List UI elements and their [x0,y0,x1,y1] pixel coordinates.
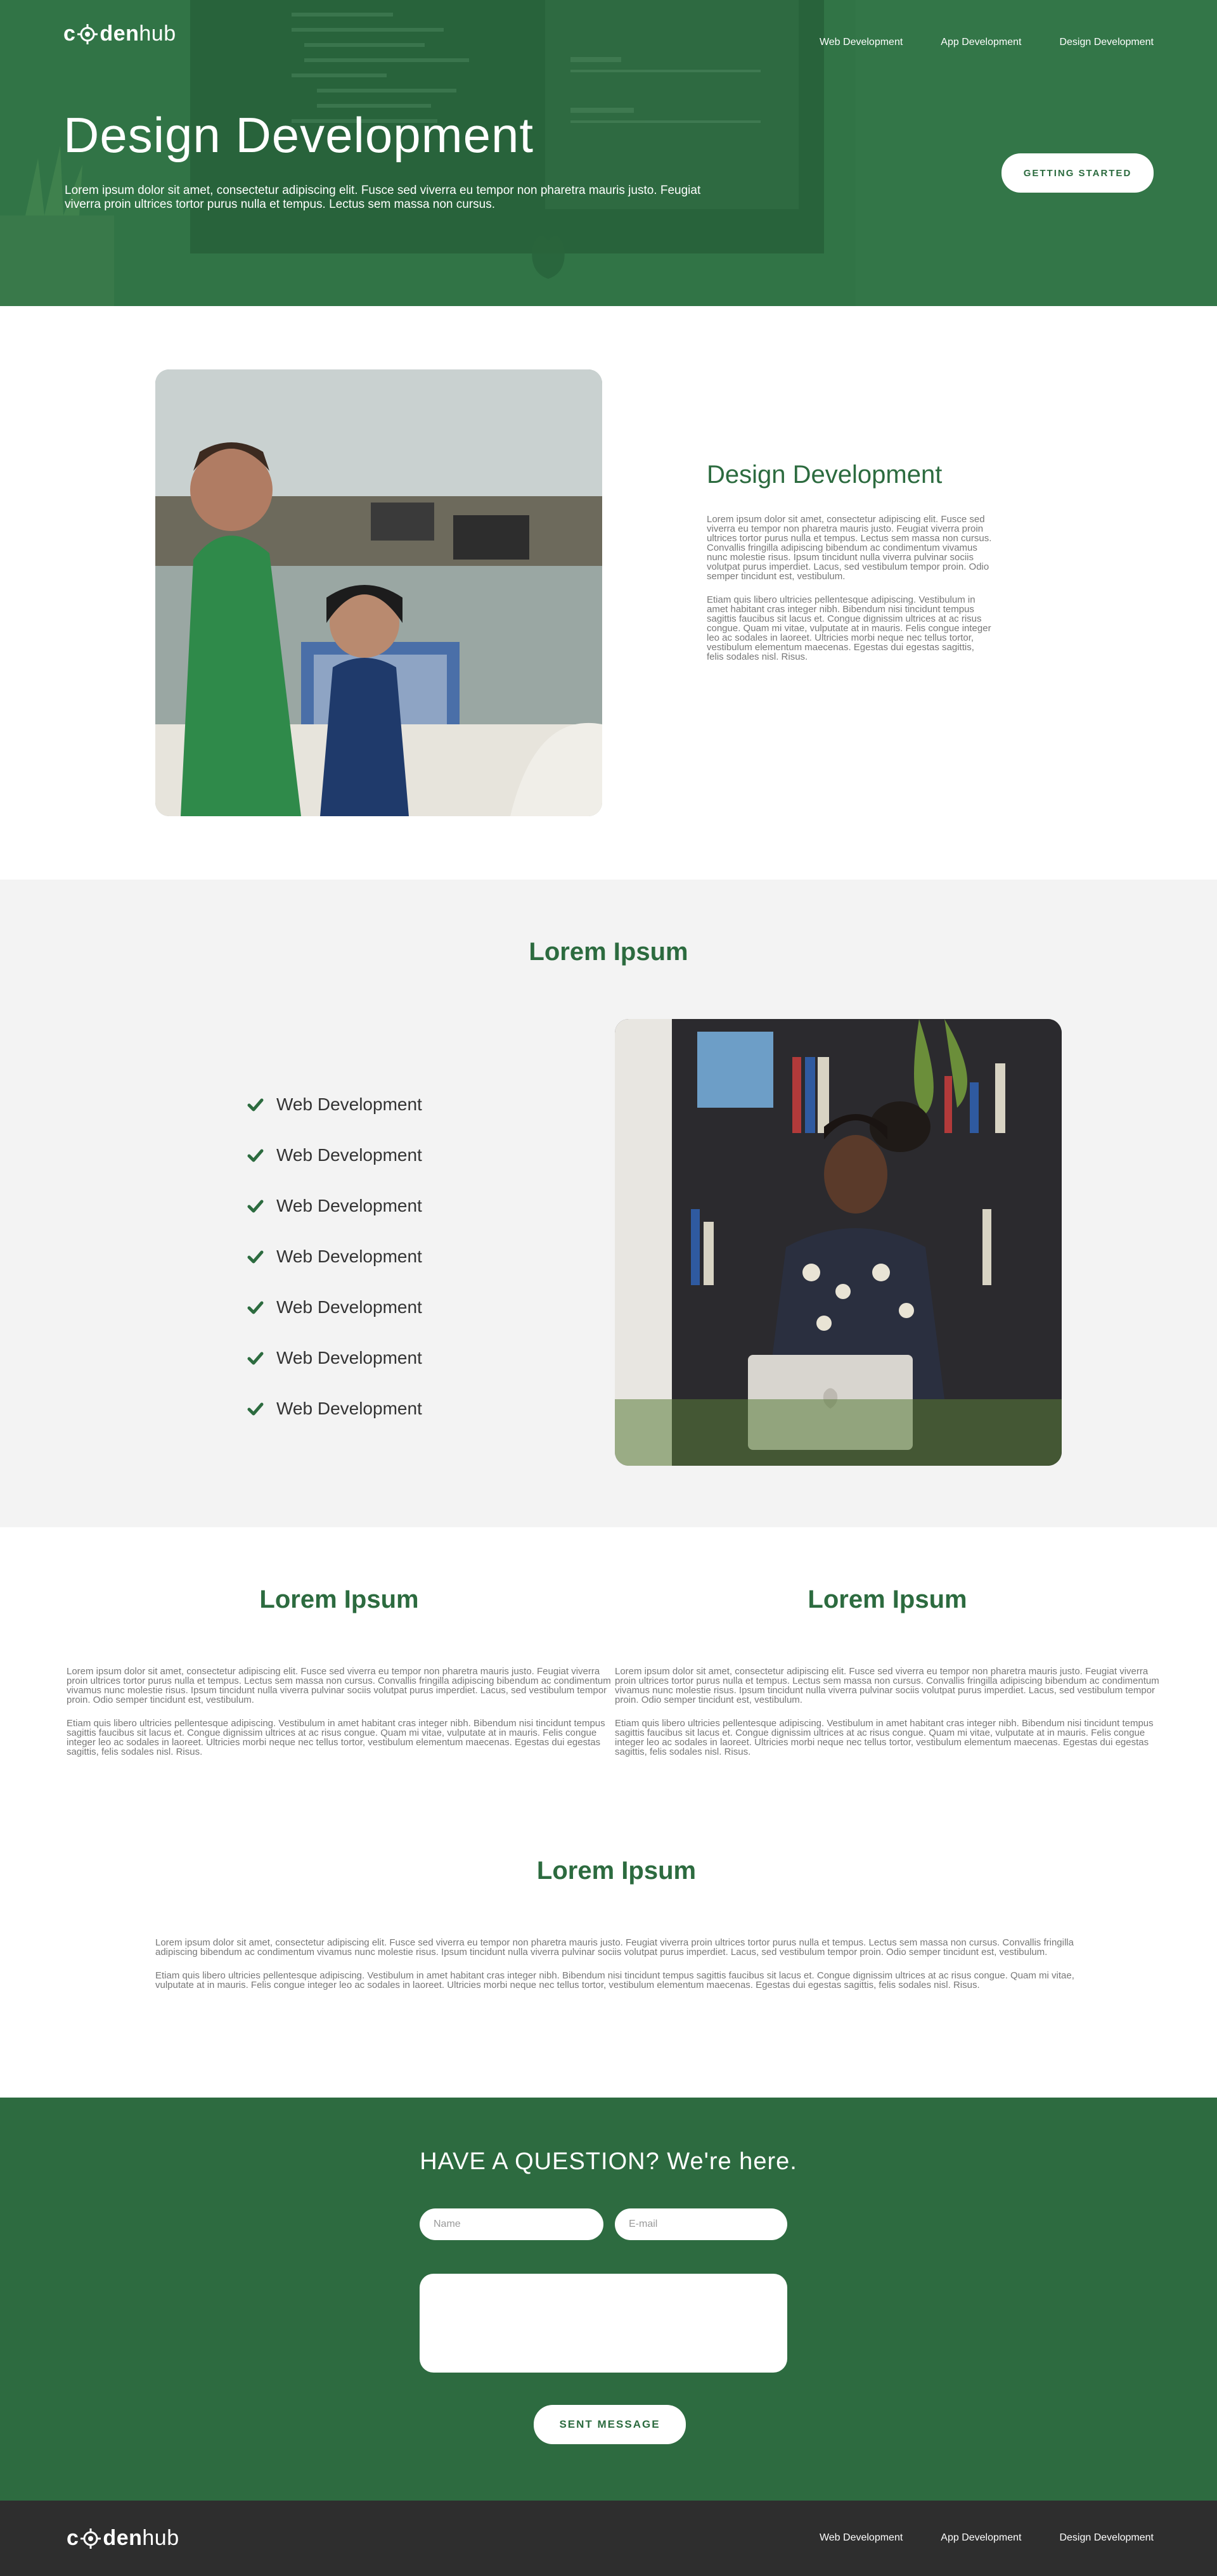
left-column-title: Lorem Ipsum [259,1586,419,1613]
check-icon [247,1098,264,1112]
send-message-button[interactable]: SENT MESSAGE [534,2405,686,2444]
top-nav: Web Development App Development Design D… [820,37,1154,48]
footer-nav-app-development[interactable]: App Development [941,2532,1021,2544]
check-icon [247,1402,264,1416]
checklist-item: Web Development [247,1079,422,1130]
check-icon [247,1200,264,1213]
checklist-item: Web Development [247,1383,422,1434]
wide-section-title: Lorem Ipsum [536,1857,697,1885]
gear-icon [80,2528,101,2549]
checklist-item: Web Development [247,1231,422,1282]
checklist-label: Web Development [276,1399,422,1418]
wide-section-text: Lorem ipsum dolor sit amet, consectetur … [155,1938,1081,2004]
checklist-label: Web Development [276,1246,422,1266]
checklist-item: Web Development [247,1282,422,1333]
footer-nav-design-development[interactable]: Design Development [1059,2532,1154,2544]
section-paragraph: Etiam quis libero ultricies pellentesque… [155,1970,1074,1990]
name-field[interactable] [420,2208,603,2240]
message-field[interactable] [420,2274,787,2373]
logo[interactable]: c den hub [63,22,176,46]
design-development-text: Design Development Lorem ipsum dolor sit… [707,461,992,676]
section-paragraph: Lorem ipsum dolor sit amet, consectetur … [155,1937,1074,1958]
team-meeting-photo [155,369,602,816]
contact-section: HAVE A QUESTION? We're here. SENT MESSAG… [0,2098,1217,2501]
checklist-label: Web Development [276,1145,422,1165]
right-column-title: Lorem Ipsum [808,1586,967,1613]
logo-letter-c: c [67,2526,79,2550]
feature-checklist: Web Development Web Development Web Deve… [247,1079,422,1434]
section-paragraph: Lorem ipsum dolor sit amet, consectetur … [67,1666,611,1705]
checklist-label: Web Development [276,1297,422,1317]
logo-text-den: den [100,22,139,46]
nav-design-development[interactable]: Design Development [1059,37,1154,48]
section-paragraph: Etiam quis libero ultricies pellentesque… [67,1718,605,1757]
section-paragraph: Etiam quis libero ultricies pellentesque… [615,1718,1154,1757]
logo-letter-c: c [63,22,76,46]
section-title: Design Development [707,461,943,489]
section-paragraph: Lorem ipsum dolor sit amet, consectetur … [707,514,992,582]
section-paragraph: Lorem ipsum dolor sit amet, consectetur … [615,1666,1159,1705]
checklist-label: Web Development [276,1348,422,1368]
left-column-text: Lorem ipsum dolor sit amet, consectetur … [67,1667,612,1771]
check-icon [247,1250,264,1264]
logo-text-hub: hub [139,22,176,46]
footer-nav-web-development[interactable]: Web Development [820,2532,903,2544]
section-title: Lorem Ipsum [529,938,688,966]
nav-app-development[interactable]: App Development [941,37,1021,48]
email-field[interactable] [615,2208,787,2240]
footer-logo[interactable]: c den hub [67,2526,179,2551]
footer-nav: Web Development App Development Design D… [820,2532,1154,2544]
checklist-label: Web Development [276,1094,422,1114]
hero-title: Design Development [63,107,534,163]
logo-text-den: den [103,2526,143,2550]
logo-text-hub: hub [142,2526,179,2550]
getting-started-button[interactable]: GETTING STARTED [1001,153,1154,193]
hero-subtitle: Lorem ipsum dolor sit amet, consectetur … [65,184,701,211]
checklist-item: Web Development [247,1333,422,1383]
section-paragraph: Etiam quis libero ultricies pellentesque… [707,594,991,662]
woman-laptop-photo [615,1019,1062,1466]
design-development-section: Design Development Lorem ipsum dolor sit… [0,306,1217,880]
hero-section: c den hub Web Development App Developmen… [0,0,1217,306]
check-icon [247,1301,264,1314]
nav-web-development[interactable]: Web Development [820,37,903,48]
checklist-label: Web Development [276,1196,422,1215]
right-column-text: Lorem ipsum dolor sit amet, consectetur … [615,1667,1160,1771]
checklist-item: Web Development [247,1181,422,1231]
footer: c den hub Web Development App Developmen… [0,2501,1217,2576]
check-icon [247,1352,264,1365]
check-icon [247,1149,264,1162]
checklist-item: Web Development [247,1130,422,1181]
gear-icon [77,23,98,45]
info-columns-section: Lorem Ipsum Lorem Ipsum Lorem ipsum dolo… [0,1527,1217,2098]
features-section: Lorem Ipsum Web Development Web Developm… [0,880,1217,1527]
contact-title: HAVE A QUESTION? We're here. [420,2148,797,2175]
